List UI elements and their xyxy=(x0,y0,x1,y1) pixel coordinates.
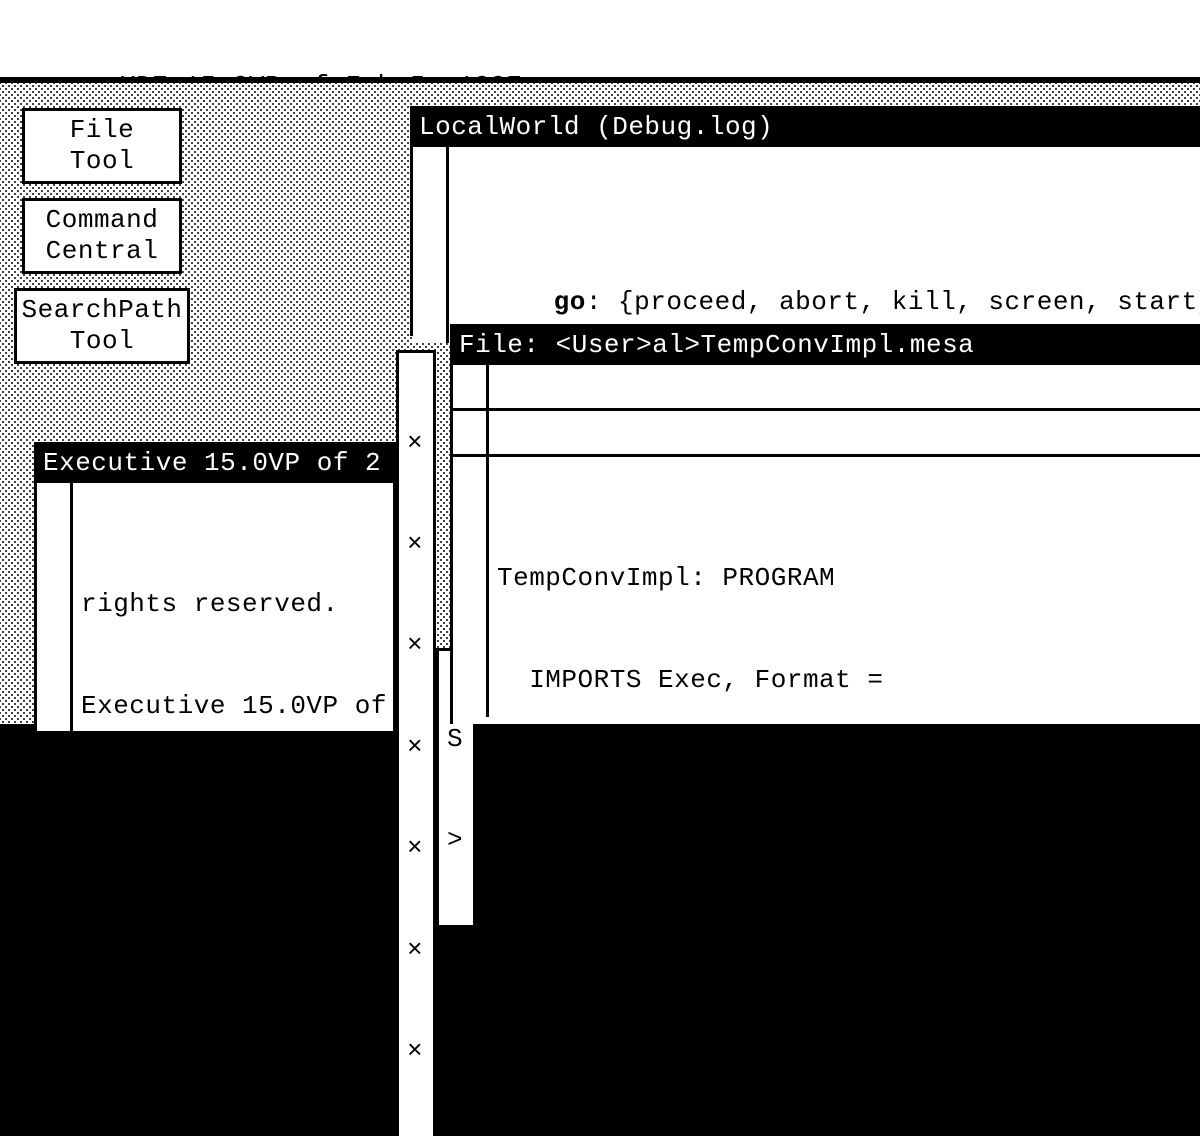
editor-titlebar[interactable]: File: <User>al>TempConvImpl.mesa xyxy=(453,327,1200,365)
code-line: TempConvImpl: PROGRAM xyxy=(497,562,1200,596)
executive-window[interactable]: Executive 15.0VP of 2 rights reserved. E… xyxy=(34,442,396,724)
file-tool-label-2: Tool xyxy=(25,146,179,177)
go-keyword[interactable]: go xyxy=(554,287,586,317)
file-tool-label-1: File xyxy=(25,115,179,146)
file-tool-icon[interactable]: File Tool xyxy=(22,108,182,184)
searchpath-tool-icon[interactable]: SearchPath Tool xyxy=(14,288,190,364)
gutter-mark[interactable]: × xyxy=(407,934,433,968)
gutter-mark[interactable]: × xyxy=(407,1035,433,1069)
gutter-mark[interactable]: × xyxy=(407,629,433,663)
editor-command-bar[interactable]: All! S! RS! ←: TempConvImpl xyxy=(453,411,1200,457)
status-bar: XDE 15.0VP of Feb 5, 1997 User: {} ! Inv… xyxy=(0,0,1200,80)
marker-gutter[interactable]: × × × × × × × xyxy=(396,350,436,724)
gutter-mark[interactable]: × xyxy=(407,427,433,461)
editor-cmd-gutter[interactable] xyxy=(453,411,489,454)
executive-client[interactable]: rights reserved. Executive 15.0VP of >co… xyxy=(37,483,393,731)
gutter-mark[interactable]: × xyxy=(407,731,433,765)
editor-menu-gutter[interactable] xyxy=(453,365,489,408)
file-editor-window[interactable]: File: <User>al>TempConvImpl.mesa Edit Em… xyxy=(450,324,1200,724)
searchpath-label-1: SearchPath xyxy=(17,295,187,326)
debug-client[interactable]: go: {proceed, abort, kill, screen, start… xyxy=(413,147,1200,343)
code-line: IMPORTS Exec, Format = xyxy=(497,664,1200,698)
command-central-icon[interactable]: Command Central xyxy=(22,198,182,274)
exec-line-2: Executive 15.0VP of xyxy=(81,690,393,724)
command-central-label-2: Central xyxy=(25,236,179,267)
editor-source-gutter[interactable] xyxy=(453,457,489,717)
debug-scroll-gutter[interactable] xyxy=(413,147,449,343)
gutter-mark[interactable]: × xyxy=(407,832,433,866)
small-gt[interactable]: > xyxy=(447,824,473,858)
searchpath-label-2: Tool xyxy=(17,326,187,357)
executive-titlebar[interactable]: Executive 15.0VP of 2 xyxy=(37,445,393,483)
gutter-mark[interactable]: × xyxy=(407,528,433,562)
small-s[interactable]: S xyxy=(447,723,473,757)
exec-line-1: rights reserved. xyxy=(81,588,393,622)
editor-source[interactable]: TempConvImpl: PROGRAM IMPORTS Exec, Form… xyxy=(453,457,1200,717)
debug-titlebar[interactable]: LocalWorld (Debug.log) xyxy=(413,109,1200,147)
command-central-label-1: Command xyxy=(25,205,179,236)
debug-window[interactable]: LocalWorld (Debug.log) go: {proceed, abo… xyxy=(410,106,1200,336)
editor-menu-bar[interactable]: Edit Empty Load Nest UnNest Store Positi xyxy=(453,365,1200,411)
executive-scroll-gutter[interactable] xyxy=(37,483,73,731)
